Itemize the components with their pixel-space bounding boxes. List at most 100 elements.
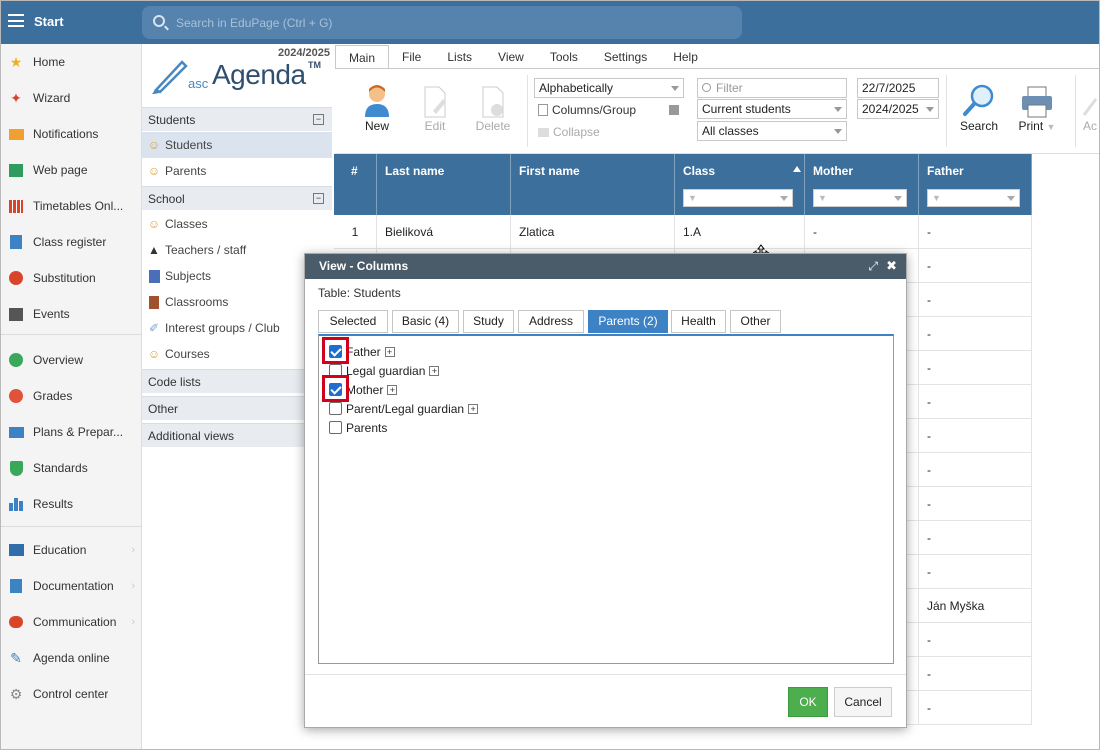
cell-father: - <box>919 555 1032 589</box>
father-filter[interactable]: ▼ <box>927 189 1020 207</box>
tab-tools[interactable]: Tools <box>537 45 591 69</box>
section-students-header[interactable]: Students − <box>142 107 332 131</box>
nav-item-communication[interactable]: Communication › <box>1 609 141 635</box>
expand-plus-icon[interactable]: + <box>384 346 395 357</box>
check-circle-icon <box>7 351 25 369</box>
students-filter-combo[interactable]: Current students <box>697 99 847 119</box>
nav-item-timetables[interactable]: Timetables Onl... <box>1 193 141 219</box>
pen-icon: ✎ <box>10 649 22 666</box>
section-school-header[interactable]: School − <box>142 186 332 210</box>
column-header-mother[interactable]: Mother ▼ <box>805 154 919 215</box>
expand-plus-icon[interactable]: + <box>429 365 440 376</box>
tab-other[interactable]: Other <box>730 310 781 333</box>
date-field[interactable]: 22/7/2025 <box>857 78 939 98</box>
nav-item-results[interactable]: Results <box>1 491 141 517</box>
tab-basic[interactable]: Basic (4) <box>392 310 459 333</box>
delete-button[interactable]: Delete <box>463 77 523 133</box>
search-button[interactable]: Search <box>949 77 1009 133</box>
folder-icon <box>538 128 549 137</box>
ribbon-tabs: Main File Lists View Tools Settings Help <box>335 45 711 69</box>
interest-groups-icon: ✐ <box>148 321 160 335</box>
column-header-father[interactable]: Father ▼ <box>919 154 1032 215</box>
mother-filter[interactable]: ▼ <box>813 189 907 207</box>
new-button[interactable]: New <box>347 77 407 133</box>
parents-checkbox[interactable] <box>329 421 342 434</box>
parent-legal-guardian-checkbox[interactable] <box>329 402 342 415</box>
expand-plus-icon[interactable]: + <box>468 403 479 414</box>
nav-item-substitution[interactable]: Substitution <box>1 265 141 291</box>
tab-view[interactable]: View <box>485 45 537 69</box>
document-icon <box>7 577 25 595</box>
gear-icon: ⚙ <box>9 685 23 702</box>
maximize-icon[interactable]: ⤢ <box>868 259 878 274</box>
filter-input[interactable]: Filter <box>697 78 847 98</box>
edit-button[interactable]: Edit <box>405 77 465 133</box>
nav-item-control-center[interactable]: ⚙ Control center <box>1 681 141 707</box>
panel-item-classes[interactable]: ☺ Classes <box>142 211 332 237</box>
toolbar-overflow-button[interactable]: Ac <box>1070 77 1099 133</box>
cell-first: Zlatica <box>511 215 675 249</box>
nav-item-home[interactable]: ★ Home <box>1 49 141 75</box>
nav-item-documentation[interactable]: Documentation › <box>1 573 141 599</box>
cancel-button[interactable]: Cancel <box>834 687 892 717</box>
collapse-icon[interactable]: − <box>313 193 324 204</box>
nav-item-standards[interactable]: Standards <box>1 455 141 481</box>
column-header-number[interactable]: # <box>334 154 377 215</box>
hamburger-menu-icon[interactable] <box>8 14 24 27</box>
panel-item-parents[interactable]: ☺ Parents <box>142 158 332 184</box>
tab-help[interactable]: Help <box>660 45 711 69</box>
print-dropdown-arrow-icon[interactable]: ▼ <box>1047 122 1056 132</box>
sort-combo[interactable]: Alphabetically <box>534 78 684 98</box>
nav-item-events[interactable]: Events <box>1 301 141 327</box>
tab-health[interactable]: Health <box>671 310 726 333</box>
nav-item-grades[interactable]: Grades <box>1 383 141 409</box>
envelope-icon <box>7 125 25 143</box>
nav-item-plans[interactable]: Plans & Prepar... <box>1 419 141 445</box>
collapse-icon[interactable]: − <box>313 114 324 125</box>
classes-filter-combo[interactable]: All classes <box>697 121 847 141</box>
expand-plus-icon[interactable]: + <box>387 384 398 395</box>
nav-item-web-page[interactable]: Web page <box>1 157 141 183</box>
start-label[interactable]: Start <box>34 14 64 29</box>
nav-item-agenda-online[interactable]: ✎ Agenda online <box>1 645 141 671</box>
nav-item-class-register[interactable]: Class register <box>1 229 141 255</box>
nav-item-overview[interactable]: Overview <box>1 347 141 373</box>
class-filter[interactable]: ▼ <box>683 189 793 207</box>
tab-parents[interactable]: Parents (2) <box>588 310 668 333</box>
global-search[interactable] <box>142 6 742 39</box>
tab-settings[interactable]: Settings <box>591 45 660 69</box>
print-button[interactable]: Print ▼ <box>1007 77 1067 133</box>
classes-icon: ☺ <box>147 217 161 231</box>
close-icon[interactable]: ✖ <box>886 258 897 274</box>
nav-item-education[interactable]: Education › <box>1 537 141 563</box>
save-icon[interactable] <box>669 105 679 115</box>
table-row[interactable]: 1 Bieliková Zlatica 1.A - - <box>334 215 1032 249</box>
tab-lists[interactable]: Lists <box>434 45 485 69</box>
subjects-icon <box>146 268 162 284</box>
column-header-first-name[interactable]: First name <box>511 154 675 215</box>
column-header-last-name[interactable]: Last name <box>377 154 511 215</box>
global-search-input[interactable] <box>176 13 716 33</box>
ok-button[interactable]: OK <box>788 687 828 717</box>
tab-main[interactable]: Main <box>335 45 390 69</box>
tab-address[interactable]: Address <box>518 310 584 333</box>
columns-group-button[interactable]: Columns/Group <box>538 103 636 117</box>
panel-item-students[interactable]: ☺ Students <box>142 132 332 158</box>
collapse-button[interactable]: Collapse <box>538 125 600 139</box>
tab-file[interactable]: File <box>389 45 434 69</box>
star-icon: ★ <box>9 53 23 70</box>
option-parents[interactable]: Parents <box>329 418 387 437</box>
column-header-class[interactable]: Class ▼ <box>675 154 805 215</box>
logo-name: Agenda <box>212 59 306 90</box>
nav-item-notifications[interactable]: Notifications <box>1 121 141 147</box>
option-parent-legal-guardian[interactable]: Parent/Legal guardian + <box>329 399 479 418</box>
tab-selected[interactable]: Selected <box>318 310 388 333</box>
year-combo[interactable]: 2024/2025 <box>857 99 939 119</box>
pen-logo-icon <box>152 60 188 94</box>
filter-search-icon <box>702 83 711 92</box>
tab-study[interactable]: Study <box>463 310 514 333</box>
cell-father: - <box>919 317 1032 351</box>
agenda-logo: 2024/2025 asc Agenda TM <box>142 44 332 106</box>
nav-item-wizard[interactable]: ✦ Wizard <box>1 85 141 111</box>
cell-father: Ján Myška <box>919 589 1032 623</box>
